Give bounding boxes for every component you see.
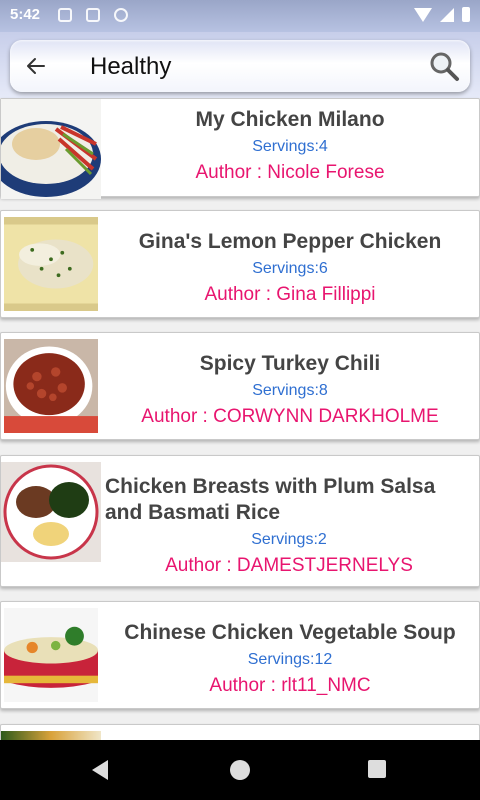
recipe-title: Chicken Breasts with Plum Salsa and Basm… (105, 475, 436, 524)
navigation-bar (0, 740, 480, 800)
recipe-author: Author : DAMESTJERNELYS (165, 555, 413, 576)
search-header: Healthy (0, 32, 480, 98)
recipe-servings: Servings:4 (252, 138, 328, 155)
search-box[interactable]: Healthy (10, 40, 470, 92)
notification-icon (114, 8, 128, 22)
status-bar: 5:42 (0, 0, 480, 32)
recipe-card[interactable]: Chinese Chicken Vegetable Soup Servings:… (0, 601, 480, 709)
recipe-author: Author : CORWYNN DARKHOLME (141, 406, 439, 427)
recipe-image (4, 608, 98, 702)
recipe-image (4, 217, 98, 311)
nav-recents-icon[interactable] (368, 760, 386, 778)
battery-icon (462, 7, 470, 22)
recipe-card[interactable]: Spicy Turkey Chili Servings:8 Author : C… (0, 332, 480, 440)
recipe-author: Author : Nicole Forese (195, 162, 385, 183)
recipe-image (1, 462, 101, 562)
recipe-image (4, 339, 98, 433)
recipe-servings: Servings:8 (252, 382, 328, 399)
status-time: 5:42 (10, 6, 41, 23)
recipe-card[interactable]: My Chicken Milano Servings:4 Author : Ni… (0, 98, 480, 199)
back-arrow-icon[interactable] (24, 54, 48, 78)
nav-home-icon[interactable] (230, 760, 250, 780)
wifi-icon (414, 7, 432, 22)
search-query[interactable]: Healthy (90, 53, 171, 81)
recipe-title: Chinese Chicken Vegetable Soup (124, 621, 456, 644)
recipe-card[interactable]: Gina's Lemon Pepper Chicken Servings:6 A… (0, 210, 480, 318)
recipe-title: Spicy Turkey Chili (199, 352, 381, 375)
recipe-title: My Chicken Milano (195, 108, 385, 131)
recipe-card[interactable]: Chicken Breasts with Plum Salsa and Basm… (0, 455, 480, 587)
notification-icon (86, 8, 100, 22)
recipe-title: Gina's Lemon Pepper Chicken (138, 230, 442, 253)
nav-back-icon[interactable] (92, 760, 108, 780)
recipe-image (1, 99, 101, 199)
notification-icon (58, 8, 72, 22)
recipe-servings: Servings:12 (247, 651, 333, 668)
recipe-servings: Servings:2 (251, 531, 327, 548)
search-icon[interactable] (428, 50, 460, 82)
recipe-servings: Servings:6 (252, 260, 328, 277)
signal-icon (440, 7, 454, 22)
recipe-author: Author : Gina Fillippi (204, 284, 376, 305)
recipe-author: Author : rlt11_NMC (209, 675, 371, 696)
